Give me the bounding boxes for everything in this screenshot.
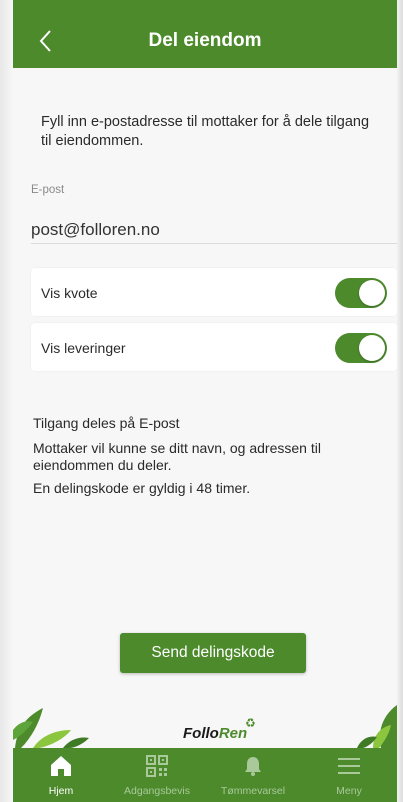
tab-tommevarsel[interactable]: Tømmevarsel xyxy=(205,748,301,802)
tab-hjem[interactable]: Hjem xyxy=(13,748,109,802)
intro-text: Fyll inn e-postadresse til mottaker for … xyxy=(41,114,370,149)
email-field[interactable] xyxy=(31,216,397,244)
device-frame-right xyxy=(397,0,403,802)
switch-knob xyxy=(359,335,385,361)
recycle-icon: ♻ xyxy=(245,716,256,730)
toggle-row-vis-kvote: Vis kvote xyxy=(31,268,397,316)
toggle-label: Vis kvote xyxy=(41,285,98,301)
header-bar: Del eiendom xyxy=(13,0,397,68)
tab-label: Hjem xyxy=(48,785,74,797)
home-icon xyxy=(51,756,71,776)
toggle-row-vis-leveringer: Vis leveringer xyxy=(31,323,397,371)
toggle-label: Vis leveringer xyxy=(41,340,126,356)
info-text: Mottaker vil kunne se ditt navn, og adre… xyxy=(33,440,321,473)
send-code-button[interactable]: Send delingskode xyxy=(120,633,306,673)
leaves-left-decoration xyxy=(13,708,89,748)
tab-label: Meny xyxy=(336,785,362,797)
page-title: Del eiendom xyxy=(148,30,262,51)
vis-leveringer-switch[interactable] xyxy=(335,333,387,363)
tab-adgangsbevis[interactable]: Adgangsbevis xyxy=(109,748,205,802)
info-validity: En delingskode er gyldig i 48 timer. xyxy=(33,480,251,496)
email-label: E-post xyxy=(31,184,65,196)
tab-label: Tømmevarsel xyxy=(220,785,286,797)
screen: Del eiendom Fyll inn e-postadresse til m… xyxy=(13,0,397,802)
app-window: Del eiendom Fyll inn e-postadresse til m… xyxy=(0,0,403,802)
follo-ren-logo: FolloRen xyxy=(183,725,248,742)
vis-kvote-switch[interactable] xyxy=(335,278,387,308)
leaves-right-decoration xyxy=(357,705,397,748)
bottom-tab-bar: Hjem Adgangsbevis Tømmevarsel Meny xyxy=(13,748,397,802)
tab-label: Adgangsbevis xyxy=(124,785,190,797)
menu-icon xyxy=(338,758,360,774)
bell-icon xyxy=(245,757,261,776)
switch-knob xyxy=(359,280,385,306)
tab-meny[interactable]: Meny xyxy=(301,748,397,802)
info-title: Tilgang deles på E-post xyxy=(33,415,180,431)
qr-icon xyxy=(146,755,168,777)
email-underline xyxy=(31,243,397,244)
device-frame-left xyxy=(0,0,13,802)
